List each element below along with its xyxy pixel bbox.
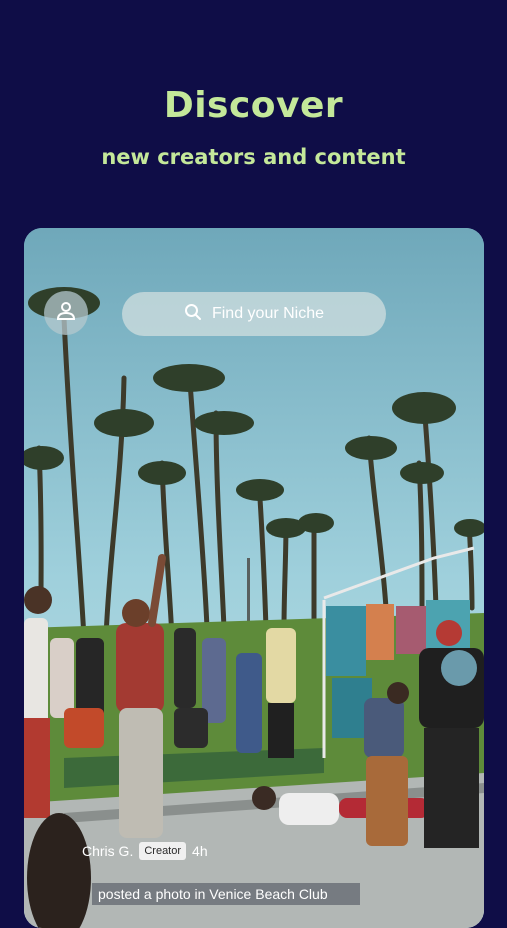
post-time: 4h (192, 843, 208, 859)
post-meta: Chris G. Creator 4h (82, 842, 208, 860)
post-caption: posted a photo in Venice Beach Club (92, 883, 360, 905)
search-icon (184, 303, 202, 325)
photo-card[interactable]: Find your Niche Chris G. Creator 4h post… (24, 228, 484, 928)
page-title: Discover (163, 85, 344, 126)
search-input[interactable]: Find your Niche (122, 292, 386, 336)
profile-button[interactable] (44, 291, 88, 335)
page-subtitle: new creators and content (101, 145, 406, 169)
creator-badge: Creator (139, 842, 187, 860)
search-placeholder: Find your Niche (211, 305, 325, 322)
post-author[interactable]: Chris G. (82, 843, 133, 859)
user-icon (54, 299, 78, 327)
